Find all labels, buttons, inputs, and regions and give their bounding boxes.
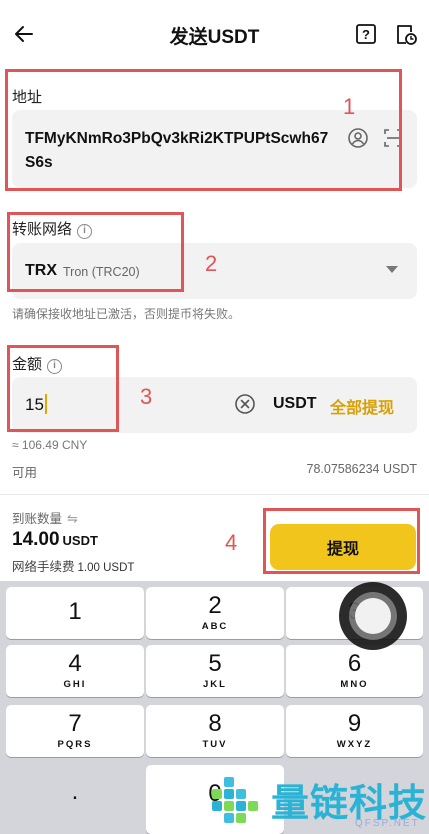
history-icon[interactable] [395,23,417,45]
annotation-box-amount [7,345,119,432]
available-label: 可用 [12,466,38,480]
key-letters: PQRS [57,739,93,750]
header-bar: 发送USDT ? [0,0,429,68]
cny-equivalent: ≈ 106.49 CNY [12,438,88,452]
key-1[interactable]: 1 [6,587,144,639]
key-digit: 4 [68,650,82,677]
svg-text:?: ? [362,27,370,42]
withdraw-all-button[interactable]: 全部提现 [330,394,394,418]
key-digit: 7 [68,710,82,737]
watermark-logo-icon [212,777,258,823]
receive-amount-value: 14.00 [12,529,60,550]
amount-unit: USDT [273,395,317,412]
receive-label: 到账数量 ⇋ [12,508,78,527]
key-9[interactable]: 9 WXYZ [286,705,423,757]
receive-amount: 14.00 USDT [12,529,98,551]
key-letters: WXYZ [336,739,373,750]
key-letters: ABC [201,621,229,632]
key-7[interactable]: 7 PQRS [6,705,144,757]
annotation-number-2: 2 [205,251,218,276]
key-letters: MNO [340,679,369,690]
key-digit: 8 [208,710,222,737]
key-4[interactable]: 4 GHI [6,645,144,697]
annotation-box-address [5,69,402,191]
clear-icon[interactable] [234,393,256,415]
key-2[interactable]: 2 ABC [146,587,284,639]
annotation-box-withdraw [263,508,420,574]
key-6[interactable]: 6 MNO [286,645,423,697]
available-balance: 78.07586234 USDT [306,462,418,476]
key-digit: 2 [208,592,222,619]
receive-unit: USDT [62,533,98,548]
receive-label-text: 到账数量 [12,512,63,526]
key-digit: 5 [208,650,222,677]
swap-icon[interactable]: ⇋ [67,511,78,527]
key-letters: TUV [202,739,228,750]
key-letters: JKL [203,679,227,690]
assistive-touch-button[interactable] [339,582,407,650]
annotation-number-1: 1 [343,94,356,119]
network-hint: 请确保接收地址已激活，否则提币将失败。 [12,307,241,321]
fee-label: 网络手续费 [12,560,75,574]
fee-value: 1.00 USDT [77,562,135,574]
watermark-subtext: QFSP.NET [355,818,420,829]
key-digit: 6 [347,650,362,677]
annotation-number-3: 3 [140,384,153,409]
key-letters: GHI [63,679,87,690]
annotation-number-4: 4 [225,530,238,555]
key-digit: . [71,778,79,805]
help-icon[interactable]: ? [355,23,377,45]
network-fee: 网络手续费 1.00 USDT [12,556,134,575]
chevron-down-icon[interactable] [386,266,398,273]
key-digit: 9 [347,710,362,737]
key-decimal[interactable]: . [6,765,144,817]
key-digit: 1 [68,598,82,625]
annotation-box-network [7,212,184,292]
watermark: 量链科技 QFSP.NET [205,770,429,834]
divider [0,494,429,495]
key-8[interactable]: 8 TUV [146,705,284,757]
key-5[interactable]: 5 JKL [146,645,284,697]
